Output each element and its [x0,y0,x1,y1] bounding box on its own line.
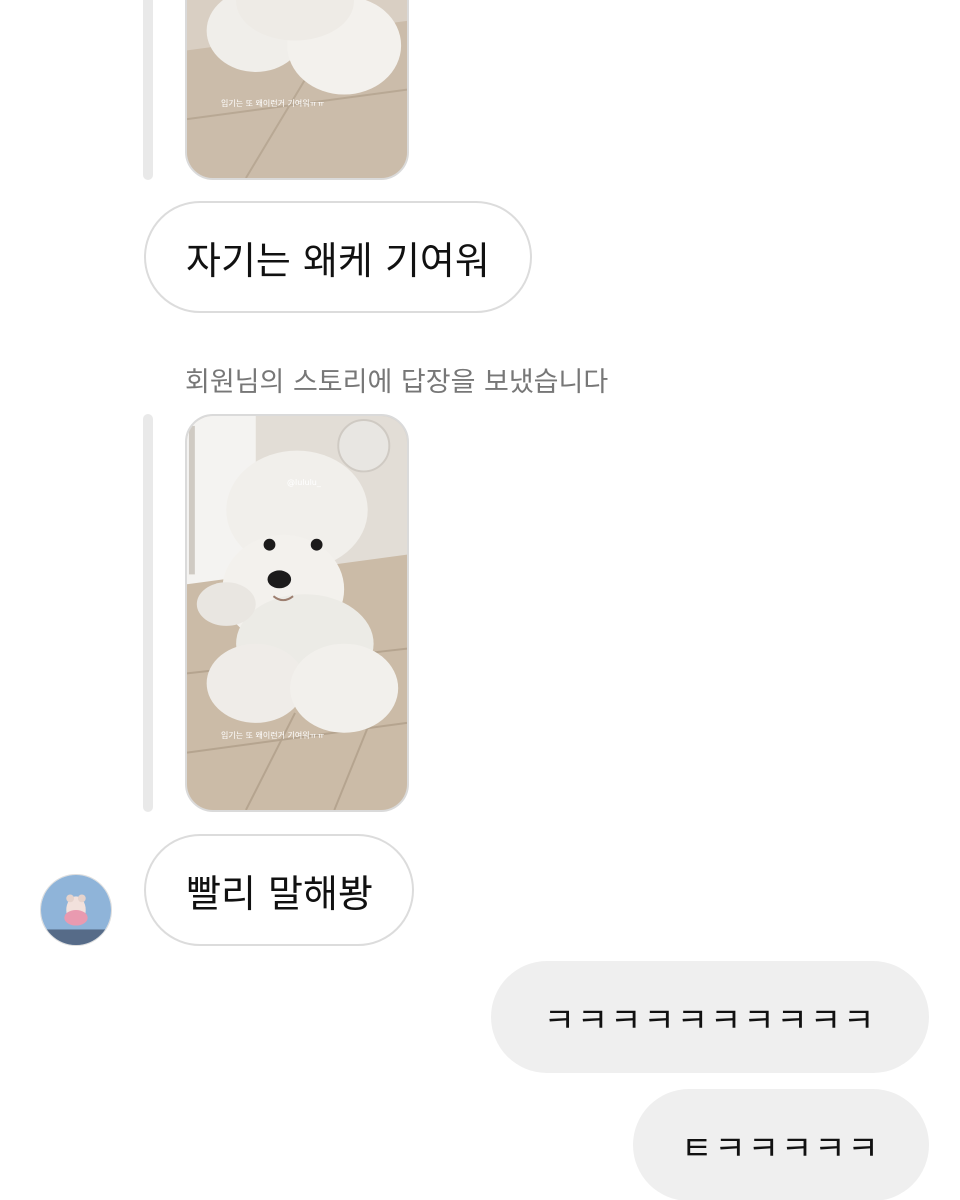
story-reply-caption: 회원님의 스토리에 답장을 보냈습니다 [185,367,609,398]
dog-photo-2 [187,416,407,810]
message-text: 빨리 말해봥 [186,871,373,916]
message-text: ㅌㅋㅋㅋㅋㅋ [681,1128,881,1169]
incoming-message[interactable]: 빨리 말해봥 [144,834,414,946]
story-thumbnail-2[interactable]: @lululu_ 입기는 또 왜이런거 기여워ㅠㅠ [185,414,409,812]
story-reply-bar [143,414,153,812]
avatar-image [41,875,111,945]
contact-avatar[interactable] [40,874,112,946]
story-username-tag: @lululu_ [287,478,321,487]
outgoing-message[interactable]: ㅋㅋㅋㅋㅋㅋㅋㅋㅋㅋ [491,961,929,1073]
dog-photo-1 [187,0,407,178]
story-reply-bar [143,0,153,180]
message-text: 자기는 왜케 기여워 [186,238,490,283]
story-thumbnail-1[interactable]: 입기는 또 왜이런거 기여워ㅠㅠ [185,0,409,180]
message-text: ㅋㅋㅋㅋㅋㅋㅋㅋㅋㅋ [543,1000,877,1041]
story-overlay-text: 입기는 또 왜이런거 기여워ㅠㅠ [221,99,325,108]
story-overlay-text: 입기는 또 왜이런거 기여워ㅠㅠ [221,731,325,740]
outgoing-message[interactable]: ㅌㅋㅋㅋㅋㅋ [633,1089,929,1200]
incoming-message[interactable]: 자기는 왜케 기여워 [144,201,532,313]
